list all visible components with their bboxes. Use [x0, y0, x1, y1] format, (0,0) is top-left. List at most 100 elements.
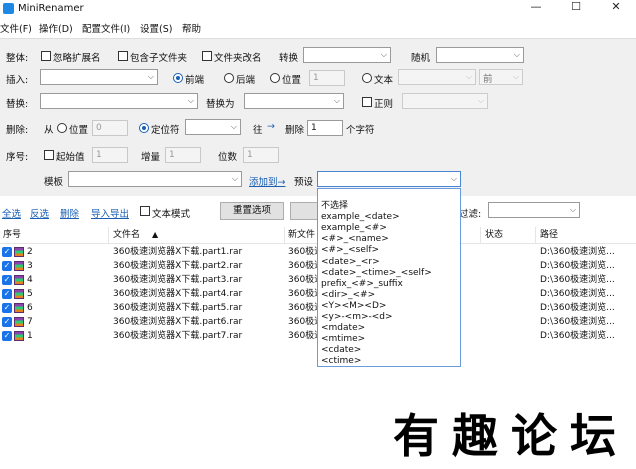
delete-link[interactable]: 删除 — [60, 206, 79, 220]
invert-selection-link[interactable]: 反选 — [30, 206, 49, 220]
column-divider[interactable] — [284, 227, 285, 244]
insert-position-label: 位置 — [282, 75, 302, 86]
close-button[interactable]: ✕ — [596, 0, 636, 16]
sequence-digits-spinner[interactable]: 1 — [243, 147, 279, 163]
sequence-increment-spinner[interactable]: 1 — [165, 147, 201, 163]
text-mode-checkbox[interactable] — [140, 206, 150, 216]
insert-text-radio[interactable] — [362, 73, 372, 83]
preset-option[interactable]: <Y><M><D> — [321, 301, 386, 312]
column-divider[interactable] — [480, 227, 481, 244]
app-icon — [3, 3, 14, 14]
delete-locator-label: 定位符 — [151, 125, 180, 136]
delete-position-radio[interactable] — [57, 123, 67, 133]
convert-combo[interactable]: ⌵ — [303, 47, 391, 63]
overall-label: 整体: — [6, 53, 29, 64]
window-title: MiniRenamer — [18, 3, 84, 14]
row-checkbox[interactable]: ✓ — [2, 303, 12, 313]
row-index: 3 — [27, 261, 33, 271]
column-header-filename[interactable]: 文件名 — [113, 228, 140, 242]
row-checkbox[interactable]: ✓ — [2, 275, 12, 285]
filter-combo[interactable]: ⌵ — [488, 202, 580, 218]
preset-option[interactable]: <#>_<name> — [321, 234, 389, 245]
column-divider[interactable] — [535, 227, 536, 244]
regex-preset-combo[interactable]: ⌵ — [402, 93, 488, 109]
row-index: 1 — [27, 331, 33, 341]
random-combo[interactable]: ⌵ — [436, 47, 524, 63]
preset-option[interactable]: 不选择 — [321, 201, 348, 212]
include-subfiles-checkbox[interactable] — [118, 51, 128, 61]
column-header-status[interactable]: 状态 — [485, 228, 503, 242]
folder-rename-checkbox[interactable] — [202, 51, 212, 61]
menu-file[interactable]: 文件(F) — [0, 21, 32, 35]
preset-option[interactable]: <y>-<m>-<d> — [321, 312, 393, 323]
preset-combo[interactable]: ⌵ — [317, 171, 461, 187]
insert-front-label: 前端 — [185, 75, 205, 86]
template-combo[interactable]: ⌵ — [68, 171, 242, 187]
preset-option[interactable]: prefix_<#>_suffix — [321, 279, 403, 290]
replace-with-combo[interactable]: ⌵ — [244, 93, 344, 109]
regex-checkbox[interactable] — [362, 97, 372, 107]
row-index: 4 — [27, 275, 33, 285]
delete-locator-radio[interactable] — [139, 123, 149, 133]
row-checkbox[interactable]: ✓ — [2, 289, 12, 299]
preset-option[interactable]: example_<date> — [321, 212, 400, 223]
preset-dropdown-list: 不选择 example_<date> example_<#> <#>_<name> <#… — [317, 188, 461, 367]
preset-option[interactable]: <dir>_<#> — [321, 290, 375, 301]
reset-options-button[interactable]: 重置选项 — [220, 202, 284, 220]
delete-position-spinner[interactable]: 0 — [92, 120, 128, 136]
row-newname: 360极速 — [288, 247, 318, 257]
insert-position-radio[interactable] — [270, 73, 280, 83]
preset-option[interactable]: <mtime> — [321, 334, 365, 345]
sequence-start-spinner[interactable]: 1 — [92, 147, 128, 163]
preset-option[interactable]: <mdate> — [321, 323, 365, 334]
row-newname: 360极速 — [288, 331, 318, 341]
row-checkbox[interactable]: ✓ — [2, 331, 12, 341]
ignore-ext-checkbox[interactable] — [41, 51, 51, 61]
menu-config[interactable]: 配置文件(I) — [82, 21, 130, 35]
menu-bar: 文件(F) 操作(D) 配置文件(I) 设置(S) 帮助 — [0, 19, 636, 35]
column-header-path[interactable]: 路径 — [540, 228, 558, 242]
insert-text-combo[interactable]: ⌵ — [40, 69, 158, 85]
maximize-button[interactable]: ☐ — [556, 0, 596, 16]
delete-label: 删除: — [6, 125, 29, 136]
filter-label: 过滤: — [459, 209, 482, 220]
minimize-button[interactable]: — — [516, 0, 556, 16]
replace-with-label: 替换为 — [206, 99, 235, 110]
row-checkbox[interactable]: ✓ — [2, 317, 12, 327]
sequence-increment-label: 增量 — [141, 152, 161, 163]
row-checkbox[interactable]: ✓ — [2, 247, 12, 257]
sequence-start-checkbox[interactable] — [44, 150, 54, 160]
preset-option[interactable]: <#>_<self> — [321, 245, 379, 256]
import-export-link[interactable]: 导入导出 — [91, 206, 129, 220]
delete-count-spinner[interactable]: 1 — [307, 120, 343, 136]
delete-locator-combo[interactable]: ⌵ — [185, 119, 241, 135]
column-header-index[interactable]: 序号 — [3, 228, 21, 242]
apply-button[interactable] — [290, 202, 320, 220]
insert-before-after-value: 前 — [483, 74, 493, 85]
watermark-char: 论 — [511, 409, 557, 463]
preset-option[interactable]: <date>_<r> — [321, 257, 380, 268]
add-to-link[interactable]: 添加到→ — [249, 174, 285, 188]
menu-help[interactable]: 帮助 — [182, 21, 201, 35]
column-header-newname[interactable]: 新文件 — [288, 228, 315, 242]
rar-file-icon — [14, 275, 24, 285]
select-all-link[interactable]: 全选 — [2, 206, 21, 220]
menu-settings[interactable]: 设置(S) — [140, 21, 172, 35]
delete-direction-arrow[interactable]: → — [267, 121, 275, 132]
preset-option[interactable]: <cdate> — [321, 345, 361, 356]
preset-option[interactable]: <ctime> — [321, 356, 361, 367]
insert-before-after-combo[interactable]: 前 ⌵ — [479, 69, 523, 85]
preset-option[interactable]: <date>_<time>_<self> — [321, 268, 432, 279]
preset-label: 预设 — [294, 177, 314, 188]
insert-back-radio[interactable] — [224, 73, 234, 83]
column-divider[interactable] — [108, 227, 109, 244]
preset-option[interactable]: example_<#> — [321, 223, 387, 234]
row-path: D:\360极速浏览... — [540, 275, 615, 285]
row-filename: 360极速浏览器X下载.part6.rar — [113, 317, 243, 327]
replace-find-combo[interactable]: ⌵ — [40, 93, 198, 109]
insert-position-spinner[interactable]: 1 — [309, 70, 345, 86]
insert-text-source-combo[interactable]: ⌵ — [398, 69, 476, 85]
menu-operation[interactable]: 操作(D) — [39, 21, 73, 35]
insert-front-radio[interactable] — [173, 73, 183, 83]
row-checkbox[interactable]: ✓ — [2, 261, 12, 271]
